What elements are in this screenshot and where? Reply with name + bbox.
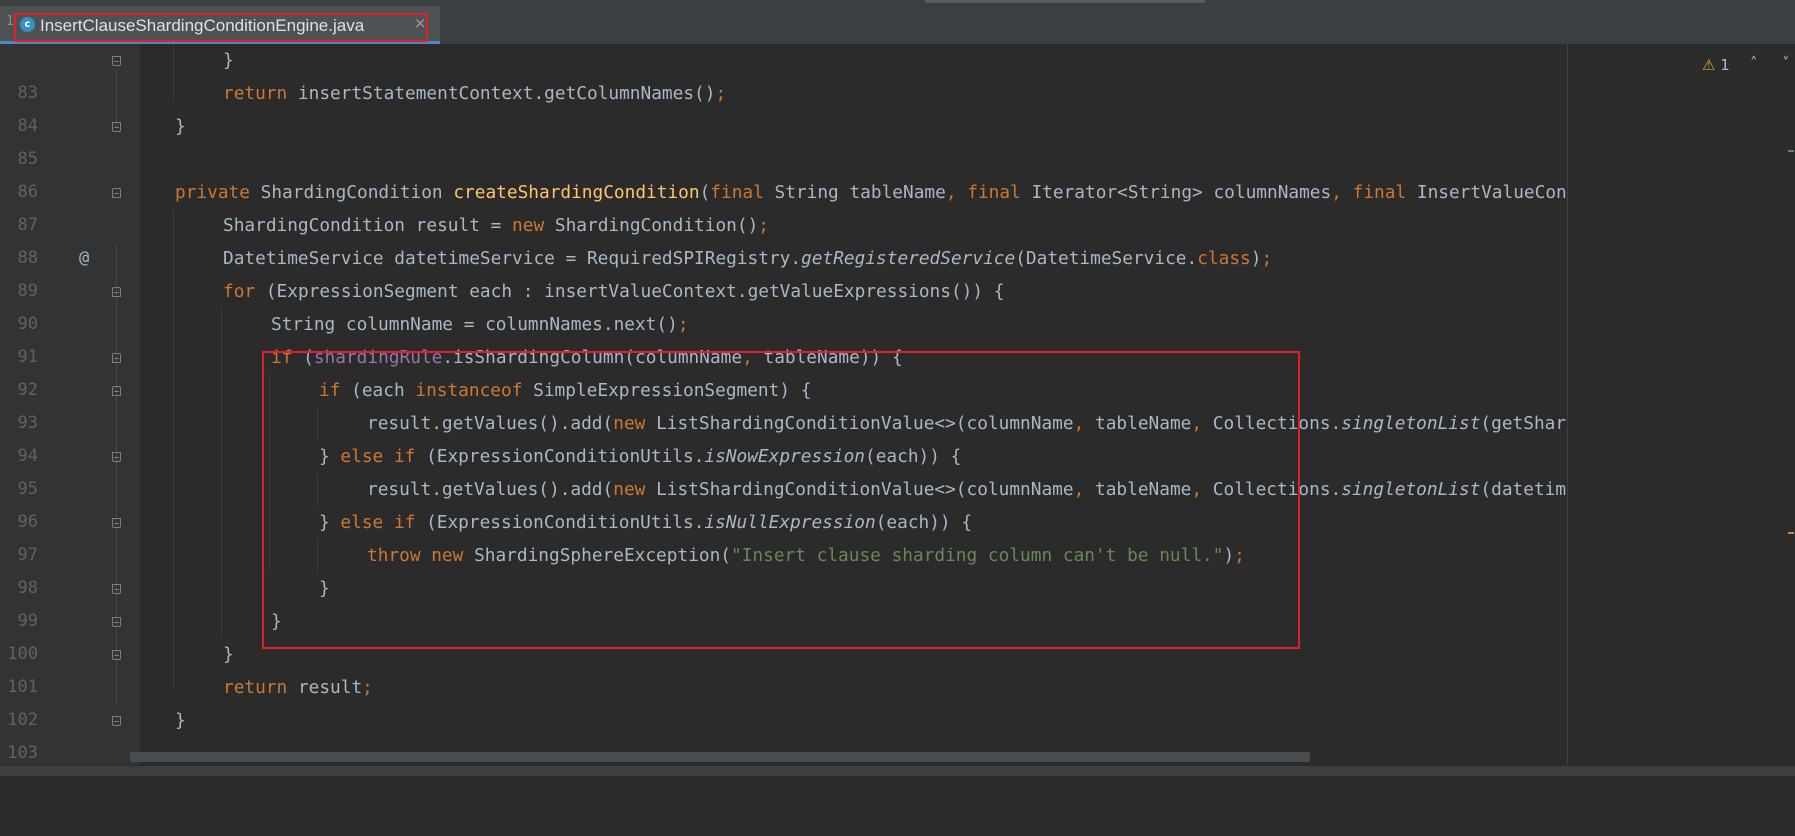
indent-guide (173, 44, 174, 100)
gutter-row: 92 (0, 341, 121, 400)
warning-count: 1 (1720, 56, 1730, 74)
code-line-83: } (223, 50, 234, 71)
gutter-row: 103 (0, 704, 121, 763)
code-line-103: } (175, 710, 186, 731)
code-line-85: } (175, 116, 186, 137)
tab-highlight-box (14, 13, 428, 42)
fold-guide (116, 70, 117, 126)
error-stripe[interactable] (1568, 44, 1795, 765)
gutter-row: 90 (0, 275, 121, 334)
fold-end-icon[interactable] (112, 716, 121, 726)
tab-bar-scroll-thumb[interactable] (925, 0, 1205, 3)
gutter-row: 101 (0, 638, 121, 697)
gutter-row: 94 (0, 407, 39, 466)
fold-guide (116, 244, 117, 704)
code-line-91: String columnName = columnNames.next(); (271, 314, 689, 335)
code-line-87: private ShardingCondition createSharding… (175, 182, 1570, 203)
fold-end-icon[interactable] (112, 122, 121, 132)
fold-end-icon[interactable] (112, 452, 121, 462)
fold-end-icon[interactable] (112, 617, 121, 627)
code-line-89: DatetimeService datetimeService = Requir… (223, 248, 1273, 269)
code-line-88: ShardingCondition result = new ShardingC… (223, 215, 769, 236)
line-number-gutter: 83 84 85 86 87 @ 88 89 90 91 92 93 94 95 (0, 44, 140, 765)
code-line-84: return insertStatementContext.getColumnN… (223, 83, 727, 104)
code-line-90: for (ExpressionSegment each : insertValu… (223, 281, 1005, 302)
fold-end-icon[interactable] (112, 518, 121, 528)
gutter-row: 89 (0, 242, 39, 301)
gutter-row: 86 (0, 143, 39, 202)
fold-start-icon[interactable] (112, 188, 121, 198)
override-method-icon[interactable]: @ (79, 242, 89, 275)
next-highlight-icon[interactable]: ˅ (1782, 54, 1790, 72)
change-marker[interactable] (1788, 150, 1794, 152)
fold-end-icon[interactable] (112, 56, 121, 66)
indent-guide (173, 209, 174, 689)
warning-marker[interactable] (1788, 532, 1794, 534)
gutter-row: 91 (0, 308, 39, 367)
horizontal-scrollbar-thumb[interactable] (130, 752, 1310, 762)
gutter-row: 93 (0, 374, 121, 433)
inspection-widget[interactable]: ⚠ 1 (1702, 56, 1730, 74)
gutter-row: 96 (0, 473, 39, 532)
code-line-102: return result; (223, 677, 373, 698)
gutter-row: 87 @ (0, 176, 121, 268)
gutter-row: 84 (0, 77, 39, 136)
gutter-row: 102 (0, 671, 39, 730)
gutter-row: 100 (0, 605, 121, 664)
gutter-row: 95 (0, 440, 121, 499)
code-line-101: } (223, 644, 234, 665)
fold-end-icon[interactable] (112, 650, 121, 660)
gutter-row: 97 (0, 506, 121, 565)
fold-start-icon[interactable] (112, 386, 121, 396)
gutter-row: 99 (0, 572, 121, 631)
fold-end-icon[interactable] (112, 584, 121, 594)
code-highlight-box (262, 351, 1300, 649)
status-strip (0, 766, 1795, 776)
fold-start-icon[interactable] (112, 353, 121, 363)
previous-highlight-icon[interactable]: ˄ (1750, 54, 1758, 72)
gutter-row: 85 (0, 110, 121, 169)
gutter-row: 104 (0, 737, 39, 757)
warning-icon: ⚠ (1702, 56, 1716, 74)
editor-tab-bar: 1 c InsertClauseShardingConditionEngine.… (0, 0, 1795, 45)
fold-start-icon[interactable] (112, 287, 121, 297)
gutter-row: 83 (0, 44, 121, 103)
gutter-row: 88 (0, 209, 39, 268)
gutter-row: 98 (0, 539, 39, 598)
